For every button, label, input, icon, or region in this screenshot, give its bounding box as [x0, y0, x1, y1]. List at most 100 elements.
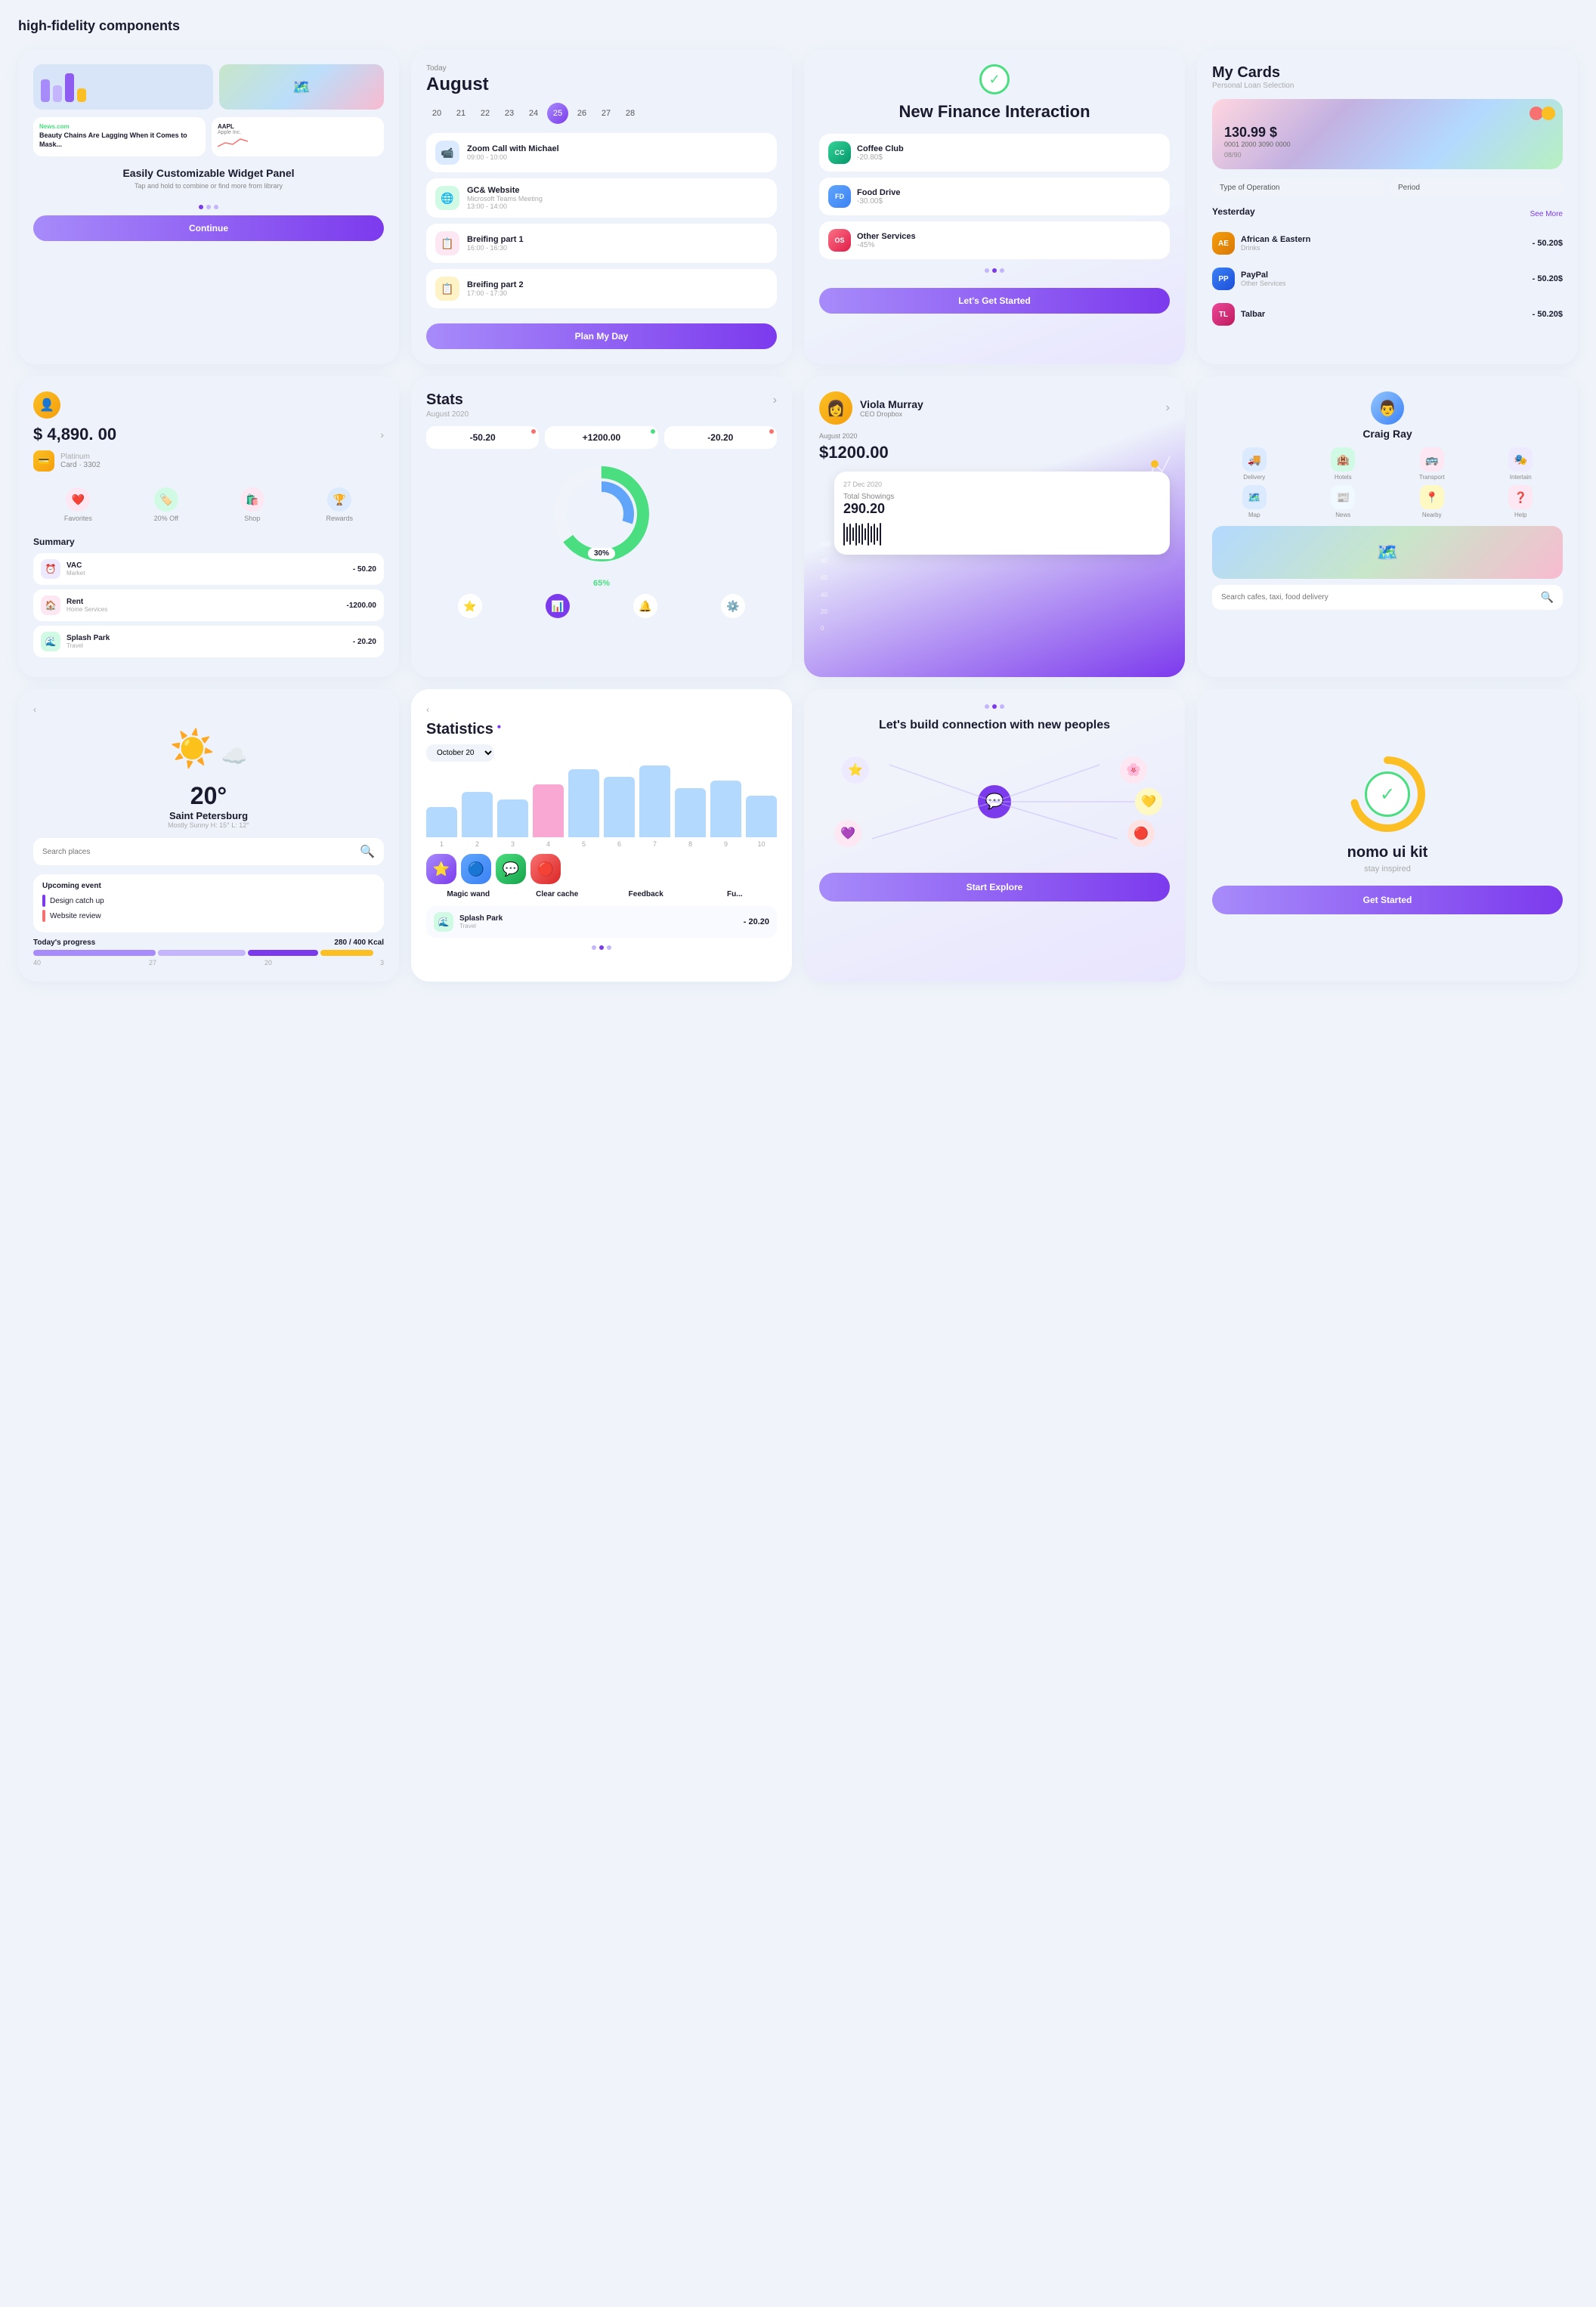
filter-row: Type of Operation Period — [1212, 178, 1563, 197]
finance-dots — [819, 268, 1170, 273]
y-axis: 100 80 60 40 20 0 — [821, 541, 830, 632]
viola-avatar: 👩 — [819, 391, 852, 425]
ae-info: African & Eastern Drinks — [1241, 235, 1310, 252]
magic-wand-icon[interactable]: ⭐ — [426, 854, 456, 884]
yesterday-header: Yesterday See More — [1212, 206, 1563, 221]
service-map[interactable]: 🗺️ Map — [1212, 485, 1297, 518]
search-input[interactable] — [1221, 593, 1535, 601]
chevron-right-icon[interactable]: › — [380, 428, 384, 441]
progress-bars — [33, 950, 384, 956]
net-node-3: 💜 — [834, 820, 861, 847]
see-more-link[interactable]: See More — [1530, 210, 1563, 218]
favorites-item[interactable]: ❤️ Favorites — [64, 487, 92, 522]
br1-icon: 📋 — [435, 231, 459, 255]
bar-chart-item: 2 — [462, 792, 493, 848]
stats-chevron[interactable]: › — [773, 394, 777, 407]
bar-chart-item: 10 — [746, 796, 777, 848]
viola-name: Viola Murray — [860, 398, 923, 410]
rewards-label: Rewards — [326, 515, 354, 522]
stats10-title-row: Statistics ● — [426, 721, 777, 738]
search-places-icon[interactable]: 🔍 — [360, 844, 375, 859]
bi-chart[interactable]: 📊 — [546, 594, 570, 618]
stats10-sup: ● — [496, 723, 501, 731]
fd-badge: FD — [828, 185, 851, 208]
fu-icon[interactable]: 🔴 — [530, 854, 561, 884]
cal-day-28[interactable]: 28 — [620, 103, 641, 124]
event-br2-info: Breifing part 2 17:00 - 17:30 — [467, 280, 524, 297]
event-br2[interactable]: 📋 Breifing part 2 17:00 - 17:30 — [426, 269, 777, 308]
event-gca[interactable]: 🌐 GC& Website Microsoft Teams Meeting 13… — [426, 178, 777, 218]
trans-pp[interactable]: PP PayPal Other Services - 50.20$ — [1212, 261, 1563, 297]
bar-2 — [53, 85, 62, 102]
finance-fd[interactable]: FD Food Drive -30.00$ — [819, 178, 1170, 215]
place-search-input[interactable] — [42, 848, 354, 856]
get-started-nomo-button[interactable]: Get Started — [1212, 886, 1563, 914]
shop-item[interactable]: 🛍️ Shop — [240, 487, 264, 522]
event-gca-info: GC& Website Microsoft Teams Meeting 13:0… — [467, 186, 543, 210]
bar-element — [710, 781, 741, 837]
news-label: News — [1335, 512, 1350, 518]
cal-day-23[interactable]: 23 — [499, 103, 520, 124]
cal-day-26[interactable]: 26 — [571, 103, 592, 124]
service-news[interactable]: 📰 News — [1301, 485, 1386, 518]
start-explore-button[interactable]: Start Explore — [819, 873, 1170, 901]
website-event-text: Website review — [50, 912, 101, 920]
cal-day-20[interactable]: 20 — [426, 103, 447, 124]
clear-cache-icon[interactable]: 🔵 — [461, 854, 491, 884]
credit-card-dots — [1530, 107, 1555, 124]
sum-sp[interactable]: 🌊 Splash Park Travel - 20.20 — [33, 626, 384, 657]
cal-day-27[interactable]: 27 — [595, 103, 617, 124]
connect-title: Let's build connection with new peoples — [819, 718, 1170, 734]
event-br1[interactable]: 📋 Breifing part 1 16:00 - 16:30 — [426, 224, 777, 263]
period-filter[interactable]: Period — [1390, 178, 1563, 197]
delivery-icon: 🚚 — [1242, 447, 1267, 472]
progress-header: Today's progress 280 / 400 Kcal — [33, 939, 384, 947]
off-item[interactable]: 🏷️ 20% Off — [154, 487, 178, 522]
sum-rent[interactable]: 🏠 Rent Home Services -1200.00 — [33, 589, 384, 621]
search-icon[interactable]: 🔍 — [1541, 591, 1554, 604]
rewards-icon: 🏆 — [327, 487, 351, 512]
stats-back-button[interactable]: ‹ — [426, 704, 777, 715]
get-started-button[interactable]: Let's Get Started — [819, 288, 1170, 314]
viola-chevron[interactable]: › — [1166, 401, 1170, 415]
type-filter[interactable]: Type of Operation — [1212, 178, 1384, 197]
sp-bottom-cat: Travel — [459, 923, 503, 929]
service-delivery[interactable]: 🚚 Delivery — [1212, 447, 1297, 481]
cal-day-22[interactable]: 22 — [475, 103, 496, 124]
service-hotels[interactable]: 🏨 Hotels — [1301, 447, 1386, 481]
cal-day-25[interactable]: 25 — [547, 103, 568, 124]
cal-day-24[interactable]: 24 — [523, 103, 544, 124]
bar-label: 4 — [546, 840, 550, 848]
chip-3: -20.20 — [664, 426, 777, 449]
bar-chart-item: 4 — [533, 784, 564, 848]
finance-os[interactable]: OS Other Services -45% — [819, 221, 1170, 259]
service-entertain[interactable]: 🎭 Intertain — [1479, 447, 1564, 481]
trans-ae[interactable]: AE African & Eastern Drinks - 50.20$ — [1212, 226, 1563, 261]
plan-day-button[interactable]: Plan My Day — [426, 323, 777, 349]
weather-description: Mostly Sunny H: 15° L: 12° — [33, 821, 384, 829]
bar-label: 5 — [582, 840, 586, 848]
feedback-icon[interactable]: 💬 — [496, 854, 526, 884]
bi-bell[interactable]: 🔔 — [633, 594, 657, 618]
period-select[interactable]: October 20 — [426, 744, 494, 762]
event-zoom[interactable]: 📹 Zoom Call with Michael 09:00 - 10:00 — [426, 133, 777, 172]
finance-cc[interactable]: CC Coffee Club -20.80$ — [819, 134, 1170, 172]
feedback-name: Feedback — [604, 890, 688, 898]
weather-back-button[interactable]: ‹ — [33, 704, 384, 715]
continue-button[interactable]: Continue — [33, 215, 384, 241]
bottom-icons-row: ⭐ 📊 🔔 ⚙️ — [426, 594, 777, 618]
bi-star[interactable]: ⭐ — [458, 594, 482, 618]
cal-day-21[interactable]: 21 — [450, 103, 472, 124]
service-help[interactable]: ❓ Help — [1479, 485, 1564, 518]
outer-pct-label: 65% — [426, 579, 777, 588]
bar-chart-item: 8 — [675, 788, 706, 848]
rewards-item[interactable]: 🏆 Rewards — [326, 487, 354, 522]
event-gca-time: 13:00 - 14:00 — [467, 203, 543, 210]
dot-red — [1530, 107, 1543, 120]
bi-gear[interactable]: ⚙️ — [721, 594, 745, 618]
service-transport[interactable]: 🚌 Transport — [1390, 447, 1474, 481]
sum-vac[interactable]: ⏰ VAC Market - 50.20 — [33, 553, 384, 585]
trans-tl[interactable]: TL Talbar - 50.20$ — [1212, 297, 1563, 332]
event-gca-title: GC& Website — [467, 186, 543, 195]
service-nearby[interactable]: 📍 Nearby — [1390, 485, 1474, 518]
